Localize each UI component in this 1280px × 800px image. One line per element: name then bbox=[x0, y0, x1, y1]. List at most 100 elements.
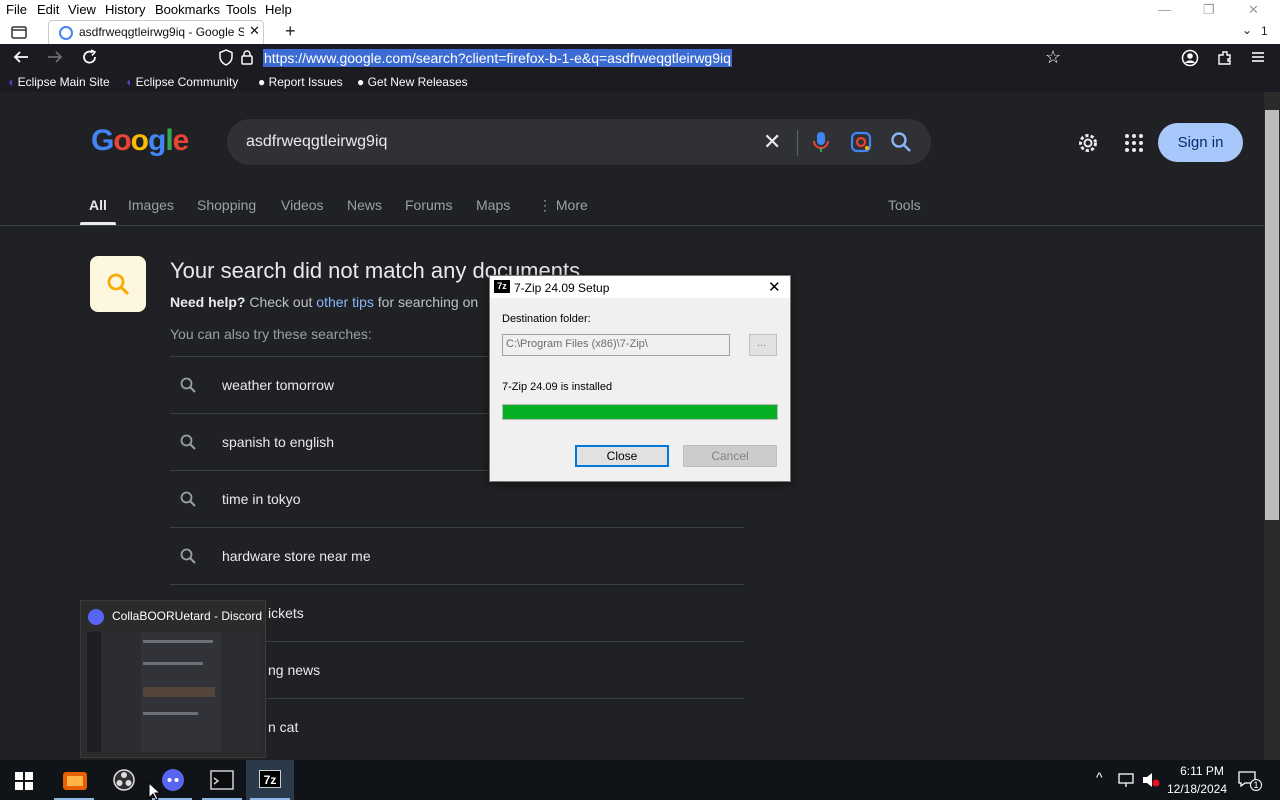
mouse-cursor-icon bbox=[148, 782, 160, 800]
more-dots-icon: ⋮ bbox=[538, 197, 552, 213]
tab-maps[interactable]: Maps bbox=[476, 197, 510, 213]
menu-history[interactable]: History bbox=[105, 2, 145, 17]
volume-muted-icon[interactable] bbox=[1142, 772, 1160, 788]
other-tips-link[interactable]: other tips bbox=[316, 294, 374, 310]
apps-grid-icon[interactable] bbox=[1124, 133, 1144, 153]
browse-button[interactable]: ... bbox=[749, 334, 777, 356]
suggestion-text[interactable]: spanish to english bbox=[222, 434, 334, 450]
dialog-close-icon[interactable]: ✕ bbox=[768, 278, 781, 296]
search-icon[interactable] bbox=[890, 131, 912, 153]
taskbar-obs[interactable] bbox=[100, 760, 148, 800]
bookmark-label: Eclipse Community bbox=[135, 75, 239, 89]
suggestion-text[interactable]: ng news bbox=[268, 662, 320, 678]
bookmark-get-new-releases[interactable]: ● Get New Releases bbox=[357, 75, 468, 89]
voice-search-icon[interactable] bbox=[812, 131, 830, 153]
tab-forums[interactable]: Forums bbox=[405, 197, 452, 213]
menu-bookmarks[interactable]: Bookmarks bbox=[155, 2, 220, 17]
start-button[interactable] bbox=[0, 760, 48, 800]
lens-search-icon[interactable] bbox=[850, 131, 872, 153]
google-favicon-icon bbox=[59, 26, 73, 40]
dialog-title: 7-Zip 24.09 Setup bbox=[514, 281, 610, 295]
bookmark-label: Get New Releases bbox=[367, 75, 468, 89]
suggestion-text[interactable]: weather tomorrow bbox=[222, 377, 334, 393]
suggestion-item[interactable]: hardware store near me bbox=[170, 527, 744, 584]
eclipse-icon: ◖ bbox=[125, 75, 133, 89]
search-icon bbox=[180, 377, 196, 398]
tab-close-icon[interactable]: ✕ bbox=[249, 23, 260, 39]
cancel-button[interactable]: Cancel bbox=[683, 445, 777, 467]
tab-videos[interactable]: Videos bbox=[281, 197, 324, 213]
notification-count: 1 bbox=[1250, 779, 1262, 791]
clock-date[interactable]: 12/18/2024 bbox=[1162, 782, 1232, 796]
settings-gear-icon[interactable] bbox=[1076, 131, 1100, 155]
need-help-prefix: Check out bbox=[249, 294, 313, 310]
tray-overflow-icon[interactable]: ^ bbox=[1096, 769, 1103, 785]
need-help-bold: Need help? bbox=[170, 294, 246, 310]
sign-in-button[interactable]: Sign in bbox=[1158, 123, 1243, 162]
bookmark-eclipse-main[interactable]: ◖ Eclipse Main Site bbox=[7, 75, 110, 89]
tab-all[interactable]: All bbox=[89, 197, 107, 213]
lock-icon[interactable] bbox=[240, 49, 254, 66]
destination-field[interactable]: C:\Program Files (x86)\7-Zip\ bbox=[502, 334, 730, 356]
taskbar-7zip[interactable]: 7z bbox=[246, 760, 294, 800]
back-icon[interactable] bbox=[12, 49, 30, 65]
minimize-icon[interactable]: — bbox=[1158, 2, 1171, 17]
restore-icon[interactable]: ❐ bbox=[1203, 2, 1215, 18]
bookmark-label: Report Issues bbox=[268, 75, 343, 89]
notifications-button[interactable]: 1 bbox=[1236, 770, 1262, 792]
tab-images[interactable]: Images bbox=[128, 197, 174, 213]
terminal-icon bbox=[210, 770, 234, 790]
menu-edit[interactable]: Edit bbox=[37, 2, 59, 17]
tools-button[interactable]: Tools bbox=[888, 197, 921, 213]
menu-tools[interactable]: Tools bbox=[226, 2, 256, 17]
menu-view[interactable]: View bbox=[68, 2, 96, 17]
bookmark-report-issues[interactable]: ● Report Issues bbox=[258, 75, 343, 89]
need-help-suffix: for searching on bbox=[377, 294, 479, 310]
dialog-titlebar[interactable]: 7z 7-Zip 24.09 Setup ✕ bbox=[490, 276, 790, 298]
network-icon[interactable] bbox=[1118, 772, 1136, 788]
taskbar-firefox[interactable] bbox=[50, 760, 98, 800]
forward-icon[interactable] bbox=[46, 49, 64, 65]
chevron-down-icon[interactable]: ⌄ bbox=[1242, 23, 1252, 37]
suggestion-text[interactable]: n cat bbox=[268, 719, 298, 735]
also-try-label: You can also try these searches: bbox=[170, 326, 372, 342]
shield-icon[interactable] bbox=[218, 49, 234, 66]
browser-tab[interactable]: asdfrweqgtleirwg9iq - Google Se ✕ bbox=[48, 20, 264, 44]
account-icon[interactable] bbox=[1181, 49, 1199, 67]
tab-shopping[interactable]: Shopping bbox=[197, 197, 256, 213]
extensions-icon[interactable] bbox=[1216, 49, 1234, 67]
tab-more[interactable]: ⋮ More bbox=[538, 197, 588, 214]
clock-time[interactable]: 6:11 PM bbox=[1172, 764, 1232, 778]
scrollbar-thumb[interactable] bbox=[1265, 110, 1279, 520]
taskbar-terminal[interactable] bbox=[198, 760, 246, 800]
suggestion-text[interactable]: hardware store near me bbox=[222, 548, 371, 564]
clear-search-icon[interactable]: ✕ bbox=[763, 129, 781, 155]
search-icon bbox=[180, 548, 196, 569]
install-status: 7-Zip 24.09 is installed bbox=[502, 381, 613, 393]
obs-icon bbox=[113, 769, 135, 791]
menu-bar: File Edit View History Bookmarks Tools H… bbox=[0, 0, 1280, 20]
new-tab-icon[interactable]: + bbox=[285, 21, 296, 42]
menu-help[interactable]: Help bbox=[265, 2, 292, 17]
bookmark-star-icon[interactable]: ☆ bbox=[1045, 47, 1061, 68]
window-close-icon[interactable]: ✕ bbox=[1248, 2, 1259, 18]
tab-more-label: More bbox=[555, 197, 588, 213]
suggestion-text[interactable]: ickets bbox=[268, 605, 304, 621]
install-progress-bar bbox=[502, 404, 778, 420]
suggestion-text[interactable]: time in tokyo bbox=[222, 491, 301, 507]
google-logo[interactable]: Google bbox=[91, 124, 189, 158]
close-button[interactable]: Close bbox=[575, 445, 669, 467]
menu-file[interactable]: File bbox=[6, 2, 27, 17]
preview-title: CollaBOORUetard - Discord bbox=[112, 609, 263, 623]
search-input[interactable]: asdfrweqgtleirwg9iq bbox=[246, 133, 387, 151]
preview-window-thumbnail[interactable] bbox=[87, 632, 259, 752]
hamburger-menu-icon[interactable] bbox=[1250, 50, 1266, 64]
tab-list-icon[interactable] bbox=[10, 24, 28, 40]
firefox-icon bbox=[63, 772, 87, 790]
tab-news[interactable]: News bbox=[347, 197, 382, 213]
url-text[interactable]: https://www.google.com/search?client=fir… bbox=[263, 49, 732, 67]
thumb-member-list bbox=[221, 632, 259, 752]
eclipse-icon: ◖ bbox=[7, 75, 15, 89]
reload-icon[interactable] bbox=[81, 48, 99, 66]
bookmark-eclipse-community[interactable]: ◖ Eclipse Community bbox=[125, 75, 238, 89]
